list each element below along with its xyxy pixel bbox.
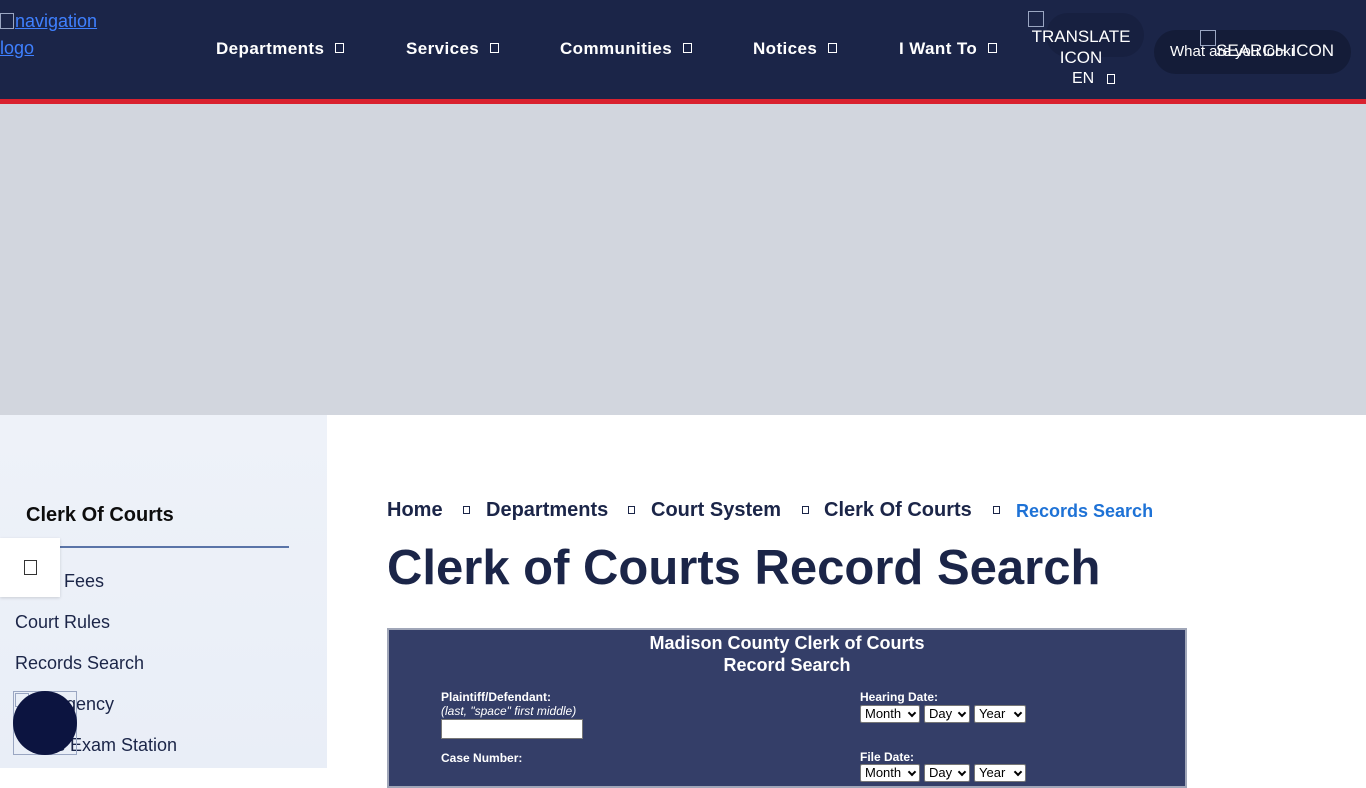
translate-icon xyxy=(1028,11,1044,27)
broken-image-icon xyxy=(1200,30,1216,46)
plaintiff-label: Plaintiff/Defendant: xyxy=(441,690,551,704)
chevron-down-icon xyxy=(1013,708,1023,718)
hearing-day-select[interactable]: Day xyxy=(924,705,970,723)
hearing-year-select[interactable]: Year xyxy=(974,705,1026,723)
chevron-down-icon xyxy=(907,767,917,777)
form-title: Madison County Clerk of Courts Record Se… xyxy=(389,632,1185,676)
translate-widget[interactable]: TRANSLATE ICON EN xyxy=(1028,11,1144,91)
breadcrumb-current: Records Search xyxy=(1016,501,1154,521)
chevron-down-icon xyxy=(957,767,967,777)
breadcrumb-home[interactable]: Home xyxy=(387,498,443,522)
file-date-label: File Date: xyxy=(860,750,915,764)
hearing-date-label: Hearing Date: xyxy=(860,690,939,704)
form-title-line2: Record Search xyxy=(723,655,851,675)
sidebar-toggle-button[interactable] xyxy=(0,538,60,597)
record-search-form: Madison County Clerk of Courts Record Se… xyxy=(387,628,1187,788)
chevron-down-icon xyxy=(828,43,838,53)
sidebar-item-records-search[interactable]: Records Search xyxy=(15,653,144,674)
file-month-select[interactable]: Month xyxy=(860,764,920,782)
chevron-down-icon xyxy=(683,43,693,53)
hero-banner xyxy=(0,104,1366,415)
logo-alt-text: navigation logo xyxy=(0,11,98,58)
select-value: Year xyxy=(979,765,1006,780)
nav-label: Services xyxy=(406,39,480,58)
nav-departments[interactable]: Departments xyxy=(216,38,345,60)
navigation-logo-link[interactable]: navigation logo xyxy=(0,8,110,62)
breadcrumb-court-system[interactable]: Court System xyxy=(651,498,781,522)
nav-label: I Want To xyxy=(899,39,978,58)
search-icon[interactable]: SEARCH ICON xyxy=(1200,30,1334,60)
plaintiff-hint: (last, "space" first middle) xyxy=(441,704,577,718)
nav-services[interactable]: Services xyxy=(406,38,500,60)
search-icon-alt-text: SEARCH ICON xyxy=(1216,41,1335,60)
breadcrumb-separator-icon xyxy=(628,506,635,514)
nav-label: Departments xyxy=(216,39,325,58)
language-label: EN xyxy=(1072,70,1095,87)
breadcrumb-separator-icon xyxy=(993,506,1000,514)
breadcrumb-separator-icon xyxy=(463,506,470,514)
chevron-down-icon xyxy=(335,43,345,53)
chevron-down-icon xyxy=(988,43,998,53)
sidebar-title[interactable]: Clerk Of Courts xyxy=(26,504,174,527)
nav-label: Notices xyxy=(753,39,818,58)
file-day-select[interactable]: Day xyxy=(924,764,970,782)
select-value: Month xyxy=(865,765,902,780)
chevron-down-icon xyxy=(1107,74,1116,84)
breadcrumb-clerk-of-courts[interactable]: Clerk Of Courts xyxy=(824,498,972,522)
select-value: Day xyxy=(929,706,953,721)
select-value: Year xyxy=(979,706,1006,721)
translate-icon-alt-text: TRANSLATE ICON xyxy=(1031,27,1131,67)
hearing-month-select[interactable]: Month xyxy=(860,705,920,723)
chevron-down-icon xyxy=(490,43,500,53)
site-header: navigation logo Departments Services Com… xyxy=(0,0,1366,99)
plaintiff-input[interactable] xyxy=(441,719,583,739)
chevron-down-icon xyxy=(1013,767,1023,777)
form-title-line1: Madison County Clerk of Courts xyxy=(649,633,925,653)
chevron-down-icon xyxy=(907,708,917,718)
page-title: Clerk of Courts Record Search xyxy=(387,541,1101,595)
menu-icon xyxy=(24,560,37,575)
floating-action-button[interactable] xyxy=(13,691,77,755)
select-value: Month xyxy=(865,706,902,721)
nav-i-want-to[interactable]: I Want To xyxy=(899,38,998,60)
chevron-down-icon xyxy=(957,708,967,718)
search-input[interactable]: What are you looki SEARCH ICON xyxy=(1154,30,1351,74)
language-select[interactable]: EN xyxy=(1072,69,1116,89)
breadcrumb-departments[interactable]: Departments xyxy=(486,498,608,522)
nav-label: Communities xyxy=(560,39,673,58)
file-year-select[interactable]: Year xyxy=(974,764,1026,782)
sidebar-item-court-rules[interactable]: Court Rules xyxy=(15,612,110,633)
select-value: Day xyxy=(929,765,953,780)
case-number-label: Case Number: xyxy=(441,751,523,765)
nav-communities[interactable]: Communities xyxy=(560,38,693,60)
broken-image-icon xyxy=(0,13,14,29)
sidebar-item-fees[interactable]: Fees xyxy=(64,571,104,592)
breadcrumb-separator-icon xyxy=(802,506,809,514)
nav-notices[interactable]: Notices xyxy=(753,38,838,60)
